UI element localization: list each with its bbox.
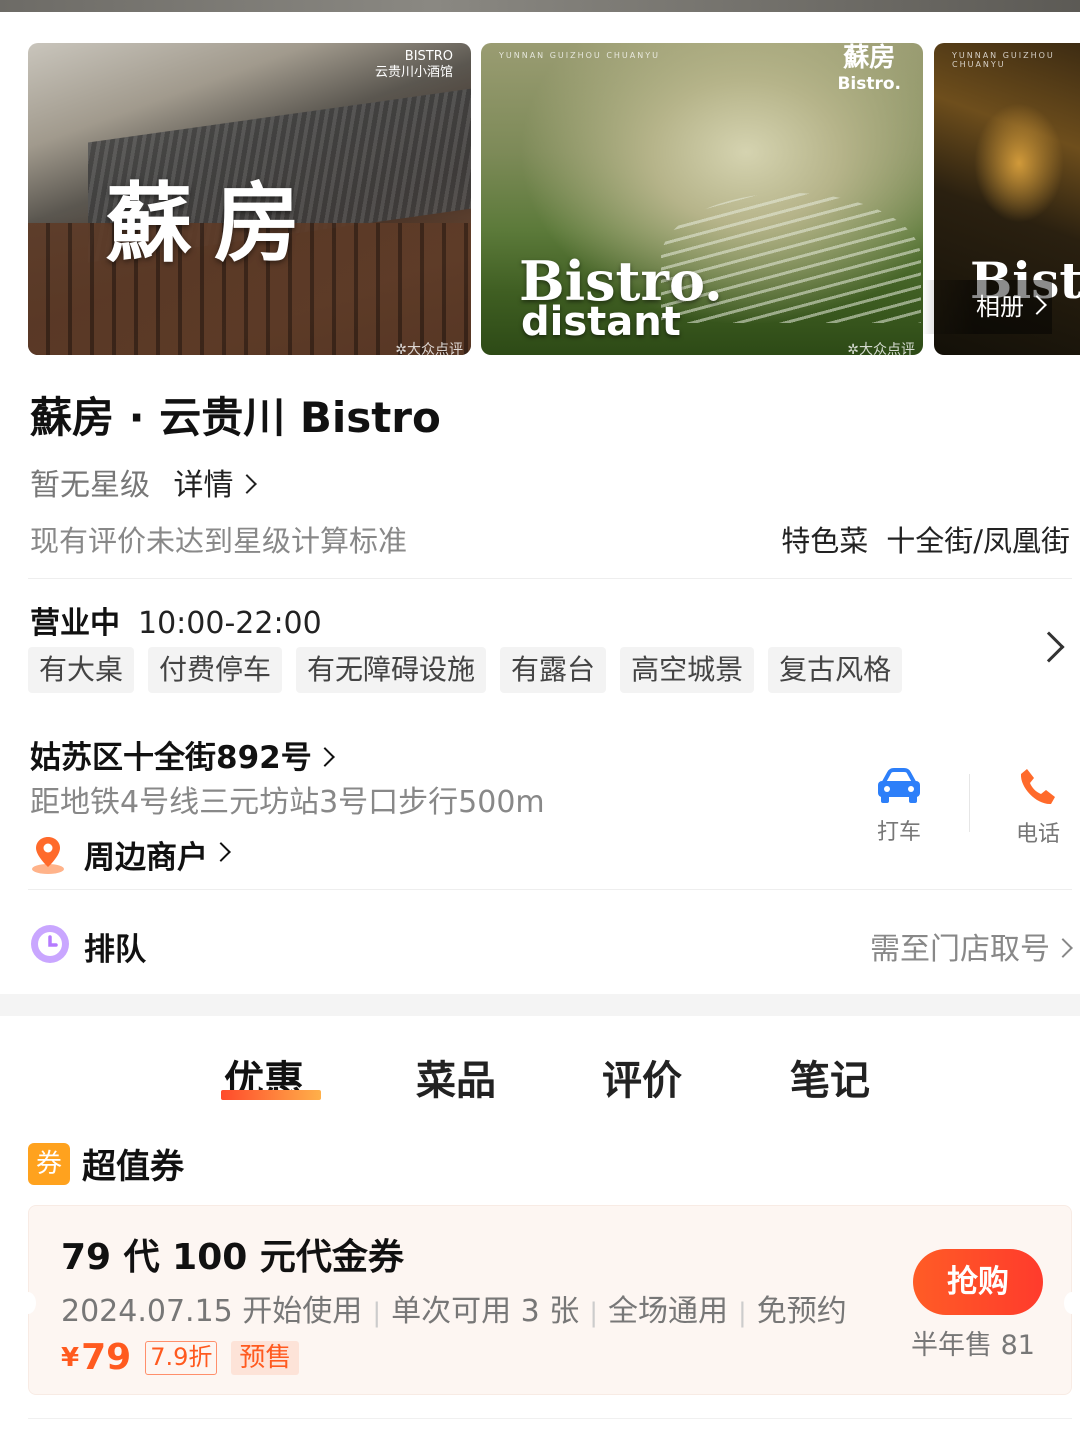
business-hours[interactable]: 营业中 10:00-22:00 (30, 598, 322, 642)
photo1-watermark: ✲大众点评 (395, 339, 463, 355)
phone-label: 电话 (1015, 822, 1060, 847)
chevron-right-icon (1027, 295, 1047, 315)
watermark-star-icon: ✲ (395, 342, 407, 355)
photo1-brand: BISTRO 云贵川小酒馆 (375, 49, 453, 81)
divider (28, 578, 1072, 579)
coupon-meta-item: 免预约 (756, 1294, 847, 1329)
detail-link-label: 详情 (173, 468, 234, 503)
divider (28, 1418, 1072, 1419)
star-level: 暂无星级 (30, 468, 150, 503)
discount-badge: 7.9折 (145, 1340, 218, 1375)
facility-tag: 复古风格 (768, 647, 903, 693)
meta-separator: | (372, 1298, 382, 1328)
coupon-notch (1064, 1292, 1080, 1314)
photo2-watermark: ✲大众点评 (847, 339, 915, 355)
meta-separator: | (589, 1298, 599, 1328)
open-status: 营业中 (30, 606, 120, 641)
divider (28, 889, 1072, 890)
photo2-watermark-text: 大众点评 (859, 342, 915, 355)
photo2-logo-en: Bistro. (837, 74, 901, 94)
deals-section-title: 券 超值券 (28, 1139, 184, 1188)
coupon-meta-item: 2024.07.15 开始使用 (61, 1294, 363, 1329)
coupon-price: 79 (81, 1337, 132, 1378)
deals-section-label: 超值券 (82, 1147, 184, 1187)
taxi-button[interactable]: 打车 (859, 766, 939, 846)
photo2-logo: 蘇房 Bistro. (837, 45, 901, 97)
coupon-notch (20, 1292, 36, 1314)
photo3-tiny-text: YUNNAN GUIZHOU CHUANYU (952, 51, 1055, 69)
shop-name: 蘇房 · 云贵川 Bistro (30, 393, 441, 442)
rating-note: 现有评价未达到星级计算标准 (30, 524, 408, 558)
photo2-big-line2: distant (521, 299, 681, 345)
address-text: 姑苏区十全街892号 (30, 740, 312, 776)
shop-category[interactable]: 特色菜 十全街/凤凰街 (781, 518, 1070, 560)
action-divider (969, 774, 970, 832)
tab-reviews[interactable]: 评价 (602, 1048, 682, 1106)
meta-separator: | (738, 1298, 747, 1328)
detail-link[interactable]: 详情 (173, 468, 257, 503)
coupon-meta: 2024.07.15 开始使用 | 单次可用 3 张 | 全场通用 | 免预约 (61, 1286, 847, 1330)
album-button[interactable]: 相册 (922, 280, 1052, 334)
photo2-tiny-text: YUNNAN GUIZHOU CHUANYU (499, 51, 660, 60)
coupon-price-row: ¥ 79 7.9折 预售 (61, 1337, 300, 1378)
coupon-title: 79 代 100 元代金券 (61, 1237, 404, 1278)
photo2-logo-cn: 蘇房 (843, 43, 896, 73)
coupon-card[interactable]: 79 代 100 元代金券 2024.07.15 开始使用 | 单次可用 3 张 | 全… (20, 1205, 1080, 1395)
chevron-right-icon (314, 746, 335, 767)
facility-tag: 有无障碍设施 (296, 647, 487, 693)
nearby-label: 周边商户 (84, 840, 208, 876)
queue-label: 排队 (84, 932, 146, 968)
photo1-brand-cn: 云贵川小酒馆 (374, 65, 453, 80)
clock-icon (31, 925, 69, 963)
watermark-star-icon: ✲ (847, 342, 859, 355)
gallery-photo-2[interactable]: YUNNAN GUIZHOU CHUANYU 蘇房 Bistro. Bistro… (481, 43, 923, 355)
photo1-watermark-text: 大众点评 (407, 342, 463, 355)
presale-badge: 预售 (231, 1340, 300, 1375)
star-row: 暂无星级 详情 (30, 460, 257, 504)
queue-note-text: 需至门店取号 (870, 932, 1050, 967)
facility-tag: 付费停车 (148, 647, 283, 693)
phone-icon (1020, 769, 1055, 805)
active-tab-indicator (221, 1090, 321, 1100)
chevron-right-icon[interactable] (1033, 631, 1065, 663)
chevron-right-icon (1053, 937, 1073, 958)
content-tabs: 优惠 菜品 评价 笔记 (0, 1048, 1080, 1108)
section-separator (0, 994, 1080, 1016)
buy-button[interactable]: 抢购 (913, 1249, 1043, 1315)
address-link[interactable]: 姑苏区十全街892号 (30, 732, 335, 777)
open-time: 10:00-22:00 (138, 606, 322, 641)
currency-symbol: ¥ (61, 1342, 80, 1373)
nearby-merchants-link[interactable]: 周边商户 (30, 832, 231, 877)
facility-tags: 有大桌 付费停车 有无障碍设施 有露台 高空城景 复古风格 (28, 647, 903, 693)
specialty-label: 特色菜 (781, 524, 869, 558)
rating-note-row: 现有评价未达到星级计算标准 特色菜 十全街/凤凰街 (30, 518, 1070, 560)
metro-distance: 距地铁4号线三元坊站3号口步行500m (30, 785, 545, 820)
queue-row[interactable]: 排队 需至门店取号 (30, 922, 1073, 968)
district-label: 十全街/凤凰街 (886, 524, 1070, 558)
photo1-brand-en: BISTRO (404, 49, 453, 64)
map-pin-icon (32, 836, 64, 874)
coupon-meta-item: 单次可用 3 张 (391, 1294, 580, 1329)
gallery-photo-1[interactable]: BISTRO 云贵川小酒馆 蘇房 ✲大众点评 (28, 43, 471, 355)
queue-note: 需至门店取号 (870, 924, 1073, 968)
tab-dishes[interactable]: 菜品 (416, 1048, 496, 1106)
tab-notes[interactable]: 笔记 (790, 1048, 870, 1106)
chevron-right-icon (236, 473, 257, 494)
coupon-badge-icon: 券 (28, 1142, 70, 1185)
photo1-big-text: 蘇房 (106, 173, 322, 274)
facility-tag: 有大桌 (28, 647, 135, 693)
sold-count: 半年售 81 (911, 1330, 1035, 1361)
status-strip (0, 0, 1080, 12)
album-label: 相册 (976, 293, 1024, 321)
coupon-meta-item: 全场通用 (608, 1294, 729, 1329)
taxi-label: 打车 (876, 820, 921, 845)
lamp-glow (974, 103, 1064, 223)
facility-tag: 高空城景 (620, 647, 755, 693)
facility-tag: 有露台 (500, 647, 607, 693)
phone-button[interactable]: 电话 (998, 766, 1078, 848)
chevron-right-icon (211, 841, 231, 862)
car-icon (878, 768, 920, 803)
